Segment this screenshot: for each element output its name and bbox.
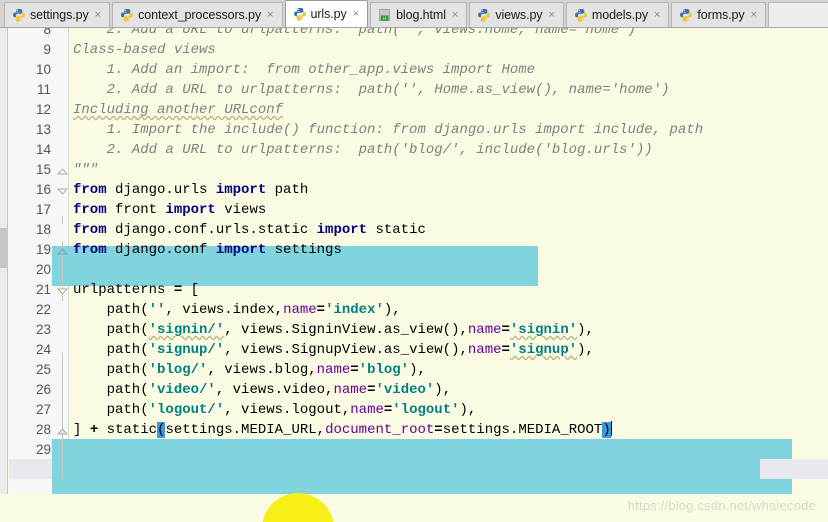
close-icon[interactable]: × [266, 9, 274, 21]
tab-settings-py[interactable]: settings.py × [4, 2, 111, 27]
line-text: 1. Import the include() function: from d… [73, 122, 704, 138]
fold-marker-urlpatterns-end[interactable] [56, 424, 69, 435]
line-number: 27 [35, 402, 51, 417]
line-number: 14 [35, 142, 51, 157]
python-file-icon [120, 8, 134, 22]
tab-views-py[interactable]: views.py × [469, 2, 564, 27]
editor-tab-bar: settings.py × context_processors.py × ur… [0, 0, 828, 28]
fold-marker-urlpatterns[interactable] [56, 284, 69, 295]
line-text: path('signin/', views.SigninView.as_view… [73, 322, 594, 338]
close-icon[interactable]: × [547, 9, 555, 21]
python-file-icon [293, 7, 307, 21]
line-number: 29 [35, 442, 51, 457]
line-number: 13 [35, 122, 51, 137]
close-icon[interactable]: × [653, 9, 661, 21]
tab-label: context_processors.py [138, 8, 262, 22]
line-text: from django.conf import settings [73, 242, 342, 258]
line-number: 15 [35, 162, 51, 177]
highlight-line-28 [52, 459, 792, 479]
line-text: Including another URLconf [73, 102, 284, 118]
line-text: 2. Add a URL to urlpatterns: path('blog/… [73, 142, 653, 158]
html-file-icon: H [378, 8, 392, 22]
line-number: 9 [43, 42, 51, 57]
python-file-icon [679, 8, 693, 22]
close-icon[interactable]: × [352, 8, 360, 20]
fold-marker-import-end[interactable] [56, 244, 69, 255]
watermark-text: https://blog.csdn.net/whalecode [627, 498, 816, 513]
line-number: 26 [35, 382, 51, 397]
editor-window: settings.py × context_processors.py × ur… [0, 0, 828, 522]
line-text: 2. Add a URL to urlpatterns: path('', vi… [73, 28, 636, 38]
line-number: 12 [35, 102, 51, 117]
line-number: 25 [35, 362, 51, 377]
code-editor[interactable]: 8 2. Add a URL to urlpatterns: path('', … [0, 28, 828, 522]
fold-marker-import-block[interactable] [56, 184, 69, 195]
line-text: from django.conf.urls.static import stat… [73, 222, 426, 238]
close-icon[interactable]: × [94, 9, 102, 21]
line-text: path('blog/', views.blog,name='blog'), [73, 362, 426, 378]
tab-label: forms.py [697, 8, 745, 22]
line-number: 24 [35, 342, 51, 357]
line-number: 19 [35, 242, 51, 257]
tab-label: urls.py [310, 7, 347, 21]
line-number: 20 [35, 262, 51, 277]
highlight-line-27 [52, 439, 792, 459]
line-text: path('signup/', views.SignupView.as_view… [73, 342, 594, 358]
fold-marker-docstring[interactable] [56, 164, 69, 175]
tab-label: settings.py [30, 8, 89, 22]
line-number: 10 [35, 62, 51, 77]
fold-region-line [62, 353, 63, 479]
svg-text:H: H [383, 16, 386, 21]
line-number: 8 [43, 28, 51, 37]
text-caret [610, 421, 612, 436]
tab-blog-html[interactable]: H blog.html × [370, 2, 468, 27]
close-icon[interactable]: × [750, 9, 758, 21]
current-line-highlight-gutter [9, 459, 52, 479]
line-text: Class-based views [73, 42, 216, 58]
tab-context-processors-py[interactable]: context_processors.py × [112, 2, 283, 27]
python-file-icon [477, 8, 491, 22]
line-number: 17 [35, 202, 51, 217]
python-file-icon [574, 8, 588, 22]
line-text: 2. Add a URL to urlpatterns: path('', Ho… [73, 82, 670, 98]
tab-label: blog.html [396, 8, 446, 22]
tab-models-py[interactable]: models.py × [565, 2, 670, 27]
line-number: 18 [35, 222, 51, 237]
line-number: 21 [35, 282, 51, 297]
tab-forms-py[interactable]: forms.py × [671, 2, 766, 27]
tab-label: models.py [591, 8, 648, 22]
line-text: path('', views.index,name='index'), [73, 302, 401, 318]
line-text: urlpatterns = [ [73, 282, 200, 298]
line-text: path('video/', views.video,name='video')… [73, 382, 452, 398]
tab-urls-py[interactable]: urls.py × [284, 0, 369, 27]
close-icon[interactable]: × [451, 9, 459, 21]
line-number: 23 [35, 322, 51, 337]
line-number: 28 [35, 422, 51, 437]
tab-label: views.py [495, 8, 543, 22]
line-number: 16 [35, 182, 51, 197]
python-file-icon [12, 8, 26, 22]
fold-region-line [62, 216, 63, 224]
line-text: """ [73, 162, 99, 178]
line-text: 1. Add an import: from other_app.views i… [73, 62, 536, 78]
line-number: 11 [36, 82, 51, 97]
line-text: path('logout/', views.logout,name='logou… [73, 402, 477, 418]
current-line-highlight-right [760, 459, 828, 479]
line-text: from django.urls import path [73, 182, 309, 198]
tab-bar-filler [767, 2, 828, 27]
line-number: 22 [35, 302, 51, 317]
line-text: from front import views [73, 202, 267, 218]
line-text: ] + static(settings.MEDIA_URL,document_r… [73, 421, 612, 438]
